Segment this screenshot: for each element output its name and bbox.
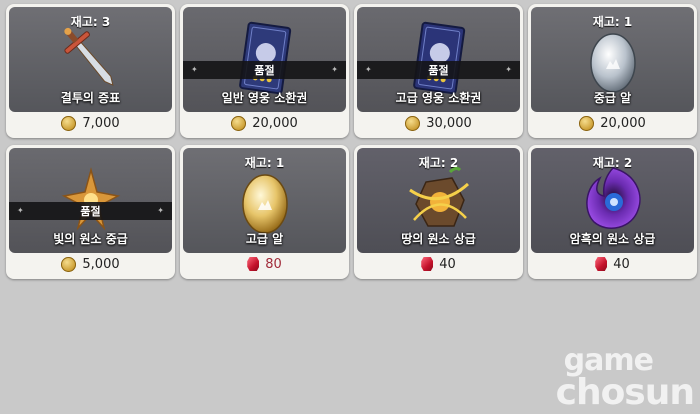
item-name: 빛의 원소 중급 <box>53 232 128 246</box>
price: 40 <box>528 253 697 275</box>
ruby-icon <box>421 257 434 271</box>
ruby-icon <box>595 257 608 271</box>
shop-item-dark-element-high[interactable]: 재고: 2 암흑의 원소 상급 40 <box>528 145 697 279</box>
price: 80 <box>180 253 349 275</box>
soldout-band: 품절 <box>9 202 172 220</box>
ruby-icon <box>247 257 260 271</box>
item-art: 품절 고급 영웅 소환권 <box>357 7 520 112</box>
soldout-band: 품절 <box>183 61 346 79</box>
item-name: 결투의 증표 <box>60 91 121 105</box>
item-art: 품절 일반 영웅 소환권 <box>183 7 346 112</box>
price-value: 7,000 <box>82 115 120 131</box>
item-name: 고급 영웅 소환권 <box>395 91 482 105</box>
gold-egg-icon <box>241 174 288 234</box>
price-value: 30,000 <box>426 115 472 131</box>
watermark-logo: game chosun <box>555 346 695 413</box>
gold-coin-icon <box>231 115 247 131</box>
shop-grid: 재고: 3 결투의 증표 7,000 ✦ 품절 ✦ 일반 영웅 소환권 20,0… <box>6 4 697 279</box>
summon-card-icon <box>238 21 291 95</box>
shop-item-premium-summon[interactable]: 품절 고급 영웅 소환권 30,000 <box>354 4 523 138</box>
item-name: 고급 알 <box>245 232 284 246</box>
price-value: 20,000 <box>600 115 646 131</box>
price: 20,000 <box>180 112 349 134</box>
price: 7,000 <box>6 112 175 134</box>
shop-item-duel-token[interactable]: 재고: 3 결투의 증표 7,000 <box>6 4 175 138</box>
price-value: 40 <box>613 256 630 272</box>
item-name: 중급 알 <box>593 91 632 105</box>
price: 30,000 <box>354 112 523 134</box>
shop-item-mid-egg[interactable]: 재고: 1 중급 알 20,000 <box>528 4 697 138</box>
dark-element-icon <box>585 167 641 229</box>
summon-card-icon <box>412 21 465 95</box>
price-value: 80 <box>265 256 282 272</box>
price-value: 5,000 <box>82 256 120 272</box>
price-value: 40 <box>439 256 456 272</box>
gold-coin-icon <box>579 115 595 131</box>
price: 40 <box>354 253 523 275</box>
item-art: 재고: 2 땅의 원소 상급 <box>357 148 520 253</box>
gold-coin-icon <box>61 256 77 272</box>
price: 5,000 <box>6 253 175 275</box>
watermark-line2: chosun <box>555 371 695 413</box>
gold-coin-icon <box>61 115 77 131</box>
gold-coin-icon <box>405 115 421 131</box>
shop-item-earth-element-high[interactable]: 재고: 2 땅의 원소 상급 40 <box>354 145 523 279</box>
item-art: 재고: 1 중급 알 <box>531 7 694 112</box>
earth-element-icon <box>408 166 469 227</box>
item-name: 암흑의 원소 상급 <box>569 232 656 246</box>
soldout-band: 품절 <box>357 61 520 79</box>
item-name: 일반 영웅 소환권 <box>221 91 308 105</box>
item-art: 재고: 2 암흑의 원소 상급 <box>531 148 694 253</box>
item-art: 품절 빛의 원소 중급 <box>9 148 172 253</box>
silver-egg-icon <box>589 33 636 93</box>
sword-icon <box>63 27 114 86</box>
shop-item-high-egg[interactable]: 재고: 1 고급 알 80 <box>180 145 349 279</box>
light-element-icon <box>61 167 120 231</box>
item-art: 재고: 3 결투의 증표 <box>9 7 172 112</box>
price-value: 20,000 <box>252 115 298 131</box>
price: 20,000 <box>528 112 697 134</box>
item-name: 땅의 원소 상급 <box>401 232 476 246</box>
shop-item-light-element-mid[interactable]: 품절 빛의 원소 중급 5,000 <box>6 145 175 279</box>
shop-item-normal-summon[interactable]: 품절 일반 영웅 소환권 20,000 <box>180 4 349 138</box>
item-art: 재고: 1 고급 알 <box>183 148 346 253</box>
